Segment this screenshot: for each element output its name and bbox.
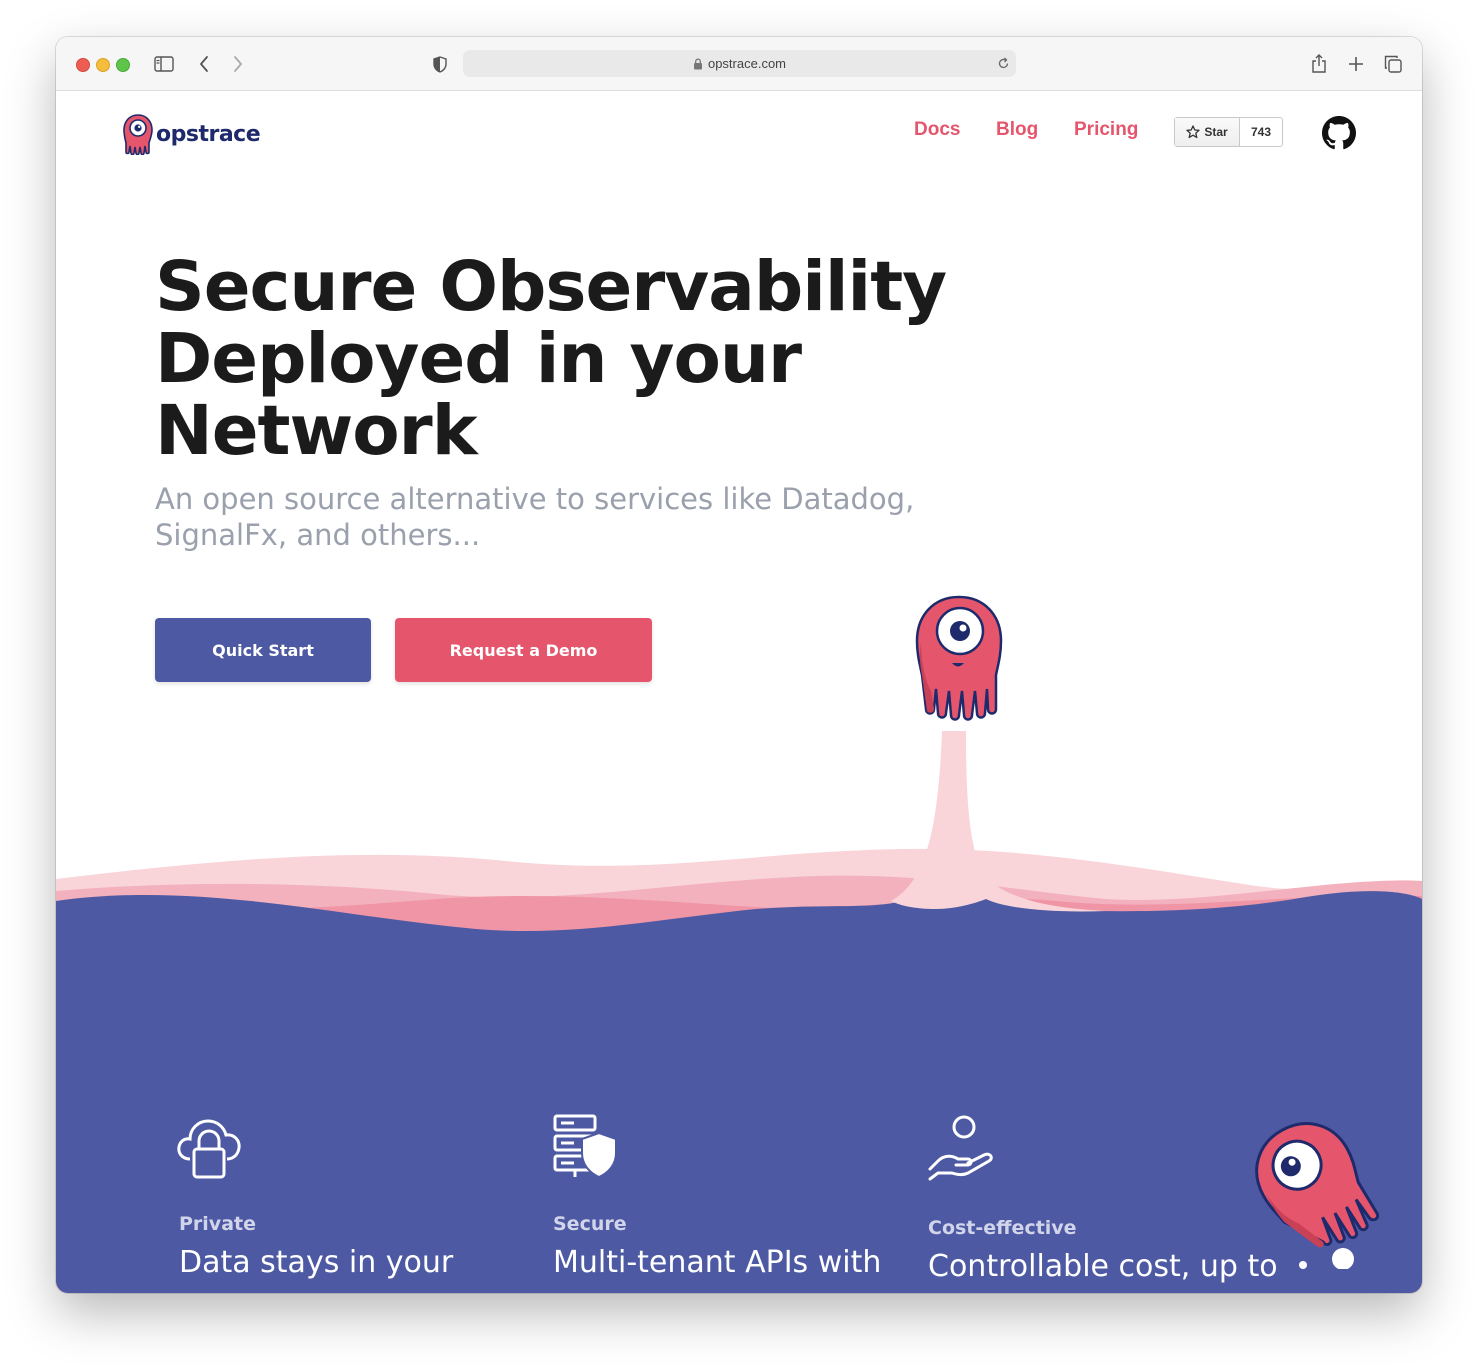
feature-text-secure: Multi-tenant APIs with [553,1245,882,1280]
opstrace-mascot-icon [123,114,153,155]
back-icon[interactable] [192,52,216,76]
zoom-window-button[interactable] [116,58,130,72]
new-tab-icon[interactable] [1344,52,1368,76]
browser-toolbar: opstrace.com [56,37,1422,91]
star-label: Star [1204,125,1228,139]
minimize-window-button[interactable] [96,58,110,72]
hero-subtitle: An open source alternative to services l… [155,482,915,552]
star-count[interactable]: 743 [1240,118,1282,146]
request-demo-button[interactable]: Request a Demo [395,618,652,682]
cloud-lock-icon [177,1119,241,1179]
quick-start-button[interactable]: Quick Start [155,618,371,682]
lock-icon [693,58,702,69]
hero-title-line-3: Network [155,391,478,471]
hero-title-line-2: Deployed in your [155,319,802,399]
flying-mascot-illustration [915,595,1003,721]
feature-label-private: Private [179,1213,256,1235]
tab-overview-icon[interactable] [1381,52,1405,76]
feature-label-secure: Secure [553,1213,627,1235]
feature-text-cost-effective: Controllable cost, up to [928,1249,1278,1284]
github-star-button[interactable]: Star 743 [1174,117,1283,147]
feature-text-private: Data stays in your [179,1245,454,1280]
hero-title-line-1: Secure Observability [155,247,947,327]
swimming-mascot-illustration [1255,1122,1380,1269]
star-icon [1186,125,1200,139]
page-content: opstrace Docs Blog Pricing Star 743 Secu… [56,91,1422,1293]
browser-window: opstrace.com opstrace Docs Blog Pricing … [56,37,1422,1293]
share-icon[interactable] [1307,52,1331,76]
nav-link-pricing[interactable]: Pricing [1074,119,1138,141]
github-icon[interactable] [1322,116,1356,150]
privacy-shield-icon[interactable] [428,52,452,76]
address-bar[interactable]: opstrace.com [463,50,1016,77]
close-window-button[interactable] [76,58,90,72]
hero-title: Secure Observability Deployed in your Ne… [155,251,955,467]
sidebar-toggle-icon[interactable] [152,52,176,76]
logo[interactable]: opstrace [122,113,261,155]
feature-label-cost-effective: Cost-effective [928,1217,1077,1239]
reload-icon[interactable] [997,57,1010,70]
star-action[interactable]: Star [1175,118,1240,146]
forward-icon[interactable] [226,52,250,76]
nav-link-blog[interactable]: Blog [996,119,1038,141]
server-shield-icon [553,1114,617,1179]
logo-text: opstrace [156,121,261,147]
nav-link-docs[interactable]: Docs [914,119,960,141]
url-text: opstrace.com [707,56,787,71]
hand-coin-icon [928,1115,993,1181]
